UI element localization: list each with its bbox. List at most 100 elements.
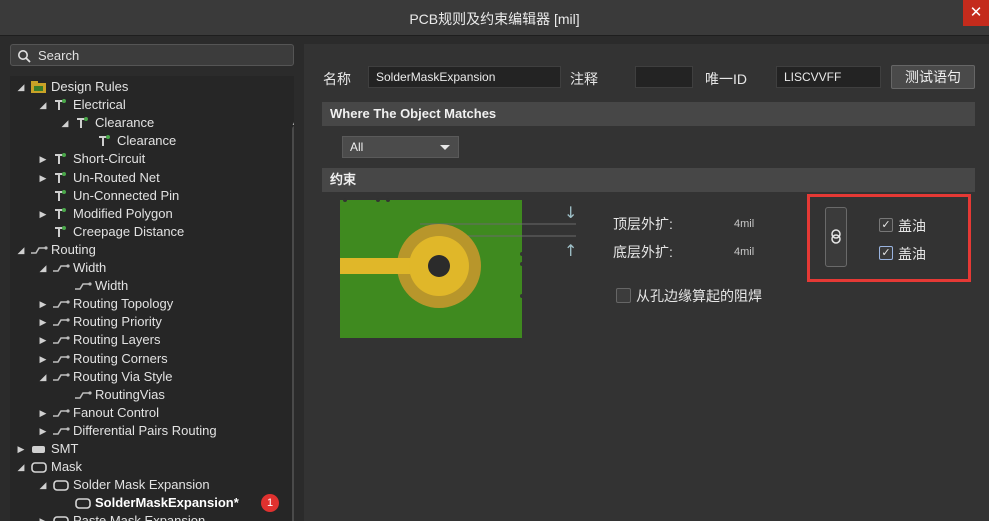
solder-mask-diagram: ↓ ↑ [340,198,577,338]
expand-arrow-icon[interactable]: ▶ [38,331,48,349]
up-arrow-icon: ↑ [564,241,577,260]
expand-arrow-icon[interactable]: ▶ [38,512,48,521]
tree-item[interactable]: ◢ Clearance [10,114,290,132]
expand-arrow-icon[interactable]: ▶ [16,440,26,458]
design-rules-folder-icon [30,80,48,94]
tree-item[interactable]: ▶ Routing Topology [10,295,290,313]
unique-id-label: 唯一ID [705,71,747,87]
electrical-rule-icon [52,98,70,112]
tree-item[interactable]: ▶ Fanout Control [10,404,290,422]
tree-item[interactable]: ▶ Routing Priority [10,313,290,331]
tree-item[interactable]: SolderMaskExpansion* 1 [10,494,290,513]
down-arrow-icon: ↓ [564,203,577,222]
tree-item-label: Differential Pairs Routing [73,422,217,438]
expand-arrow-icon[interactable]: ▶ [38,150,48,168]
search-placeholder: Search [38,48,80,63]
tree-scrollbar[interactable] [292,126,294,521]
close-button[interactable]: ✕ [963,0,989,26]
tree-item[interactable]: ◢ Design Rules [10,78,290,96]
scope-dropdown[interactable]: All [342,136,459,158]
tree-item-label: Mask [51,459,83,475]
expand-arrow-icon[interactable]: ▶ [38,422,48,440]
collapse-arrow-icon[interactable]: ◢ [16,78,26,96]
annotation-badge: 1 [261,494,279,513]
routing-rule-icon [52,406,70,420]
tree-item-label: Un-Connected Pin [73,187,180,203]
tree-item[interactable]: ▶ Differential Pairs Routing [10,422,290,440]
mask-rule-icon [52,478,70,492]
name-field[interactable]: SolderMaskExpansion [368,66,561,88]
electrical-rule-icon [52,207,70,221]
search-box[interactable]: Search [10,44,294,66]
where-object-matches-header: Where The Object Matches [322,102,975,126]
collapse-arrow-icon[interactable]: ◢ [60,114,70,132]
tree-item-label: Clearance [117,133,177,149]
expand-arrow-icon[interactable]: ▶ [38,205,48,223]
collapse-arrow-icon[interactable]: ◢ [38,476,48,494]
highlight-box [807,194,971,282]
collapse-arrow-icon[interactable]: ◢ [38,368,48,386]
top-expansion-value[interactable]: 4mil [734,218,754,230]
routing-rule-icon [74,279,92,293]
tree-item[interactable]: ▶ Routing Layers [10,331,290,349]
tree-item-label: Routing Via Style [73,368,173,384]
board-edge-notch [386,198,390,202]
tree-item[interactable]: ▶ Un-Routed Net [10,169,290,187]
bottom-expansion-value[interactable]: 4mil [734,246,754,258]
tree-item[interactable]: ◢ Width [10,259,290,277]
tree-item[interactable]: Un-Connected Pin [10,187,290,205]
board-edge-notch [520,262,524,266]
expand-arrow-icon[interactable]: ▶ [38,313,48,331]
collapse-arrow-icon[interactable]: ◢ [16,458,26,476]
tree-item[interactable]: RoutingVias [10,386,290,404]
collapse-arrow-icon[interactable]: ◢ [38,96,48,114]
tree-item-label: Routing Priority [73,314,162,330]
board-edge-notch [343,198,347,202]
electrical-rule-icon [52,225,70,239]
expand-arrow-icon[interactable]: ▶ [38,169,48,187]
smt-rule-icon [30,442,48,456]
tree-item[interactable]: ◢ Mask [10,458,290,476]
collapse-arrow-icon[interactable]: ◢ [38,259,48,277]
collapse-arrow-icon[interactable]: ◢ [16,241,26,259]
tree-item[interactable]: ◢ Routing Via Style [10,368,290,386]
routing-rule-icon [52,333,70,347]
scope-value: All [350,140,364,154]
tree-item-label: Routing Topology [73,296,174,312]
from-hole-edge-checkbox[interactable] [616,288,631,303]
tree-item[interactable]: Clearance [10,132,290,150]
routing-rule-icon [52,315,70,329]
tree-item-label: Clearance [95,115,155,131]
tree-item[interactable]: ▶ SMT [10,440,290,458]
expand-arrow-icon[interactable]: ▶ [38,350,48,368]
tree-item[interactable]: Width [10,277,290,295]
electrical-rule-icon [52,152,70,166]
comment-field[interactable] [635,66,693,88]
rule-editor: 名称 SolderMaskExpansion 注释 唯一ID LISCVVFF … [304,44,989,521]
routing-rule-icon [52,370,70,384]
tree-item[interactable]: Creepage Distance [10,223,290,241]
trace-shape [340,258,410,274]
rules-tree: ▲ ◢Design Rules◢Electrical◢ClearanceClea… [10,76,294,521]
routing-rule-icon [74,388,92,402]
expand-arrow-icon[interactable]: ▶ [38,295,48,313]
tree-item[interactable]: ◢ Routing [10,241,290,259]
title-bar: PCB规则及约束编辑器 [mil] ✕ [0,0,989,36]
tree-item-label: Width [73,260,107,275]
tree-item-label: Fanout Control [73,404,159,420]
electrical-rule-icon [52,189,70,203]
expand-arrow-icon[interactable]: ▶ [38,404,48,422]
tree-item[interactable]: ◢ Electrical [10,96,290,114]
tree-item[interactable]: ▶ Routing Corners [10,350,290,368]
tree-item[interactable]: ◢ Solder Mask Expansion [10,476,290,494]
tree-item[interactable]: ▶ Short-Circuit [10,150,290,168]
tree-item-label: Routing Layers [73,332,161,348]
tree-item-label: Electrical [73,97,126,113]
unique-id-field[interactable]: LISCVVFF [776,66,881,88]
board-edge-notch [520,294,524,298]
search-icon [18,50,31,63]
tree-item[interactable]: ▶ Paste Mask Expansion [10,512,290,521]
test-query-button[interactable]: 测试语句 [891,65,975,89]
tree-item[interactable]: ▶ Modified Polygon [10,205,290,223]
comment-label: 注释 [570,71,598,87]
